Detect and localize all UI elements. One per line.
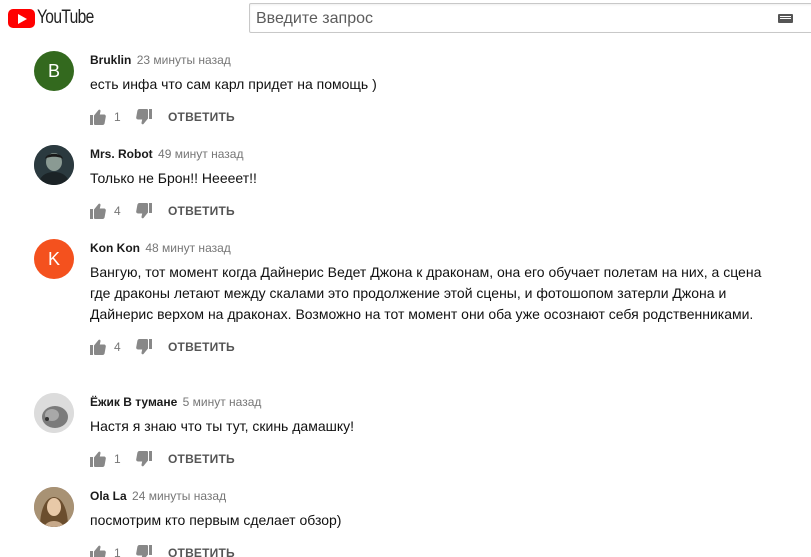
comment-time[interactable]: 23 минуты назад — [137, 53, 231, 67]
like-count: 1 — [114, 546, 121, 557]
like-count: 4 — [114, 204, 121, 218]
comment-author[interactable]: Mrs. Robot — [90, 147, 153, 161]
reply-button[interactable]: ОТВЕТИТЬ — [168, 204, 235, 218]
thumbs-up-icon[interactable] — [90, 203, 106, 219]
comment-text: есть инфа что сам карл придет на помощь … — [90, 76, 377, 92]
like-count: 1 — [114, 110, 121, 124]
avatar[interactable] — [34, 487, 74, 527]
comment-author[interactable]: Kon Kon — [90, 241, 140, 255]
thumbs-down-icon[interactable] — [136, 109, 152, 125]
comment-author[interactable]: Bruklin — [90, 53, 131, 67]
keyboard-icon[interactable] — [778, 14, 793, 23]
comment-text: Только не Брон!! Неееет!! — [90, 170, 257, 186]
thumbs-down-icon[interactable] — [136, 451, 152, 467]
avatar-letter: B — [47, 60, 60, 81]
reply-button[interactable]: ОТВЕТИТЬ — [168, 340, 235, 354]
reply-button[interactable]: ОТВЕТИТЬ — [168, 546, 235, 557]
comment-text: Настя я знаю что ты тут, скинь дамашку! — [90, 418, 355, 434]
comment-time[interactable]: 48 минут назад — [145, 241, 230, 255]
thumbs-up-icon[interactable] — [90, 451, 106, 467]
like-count: 4 — [114, 340, 121, 354]
avatar[interactable] — [34, 145, 74, 185]
thumbs-down-icon[interactable] — [136, 203, 152, 219]
avatar-photo — [34, 393, 74, 433]
thumbs-up-icon[interactable] — [90, 339, 106, 355]
search-box[interactable] — [249, 3, 811, 33]
avatar[interactable] — [34, 393, 74, 433]
thumbs-up-icon[interactable] — [90, 545, 106, 557]
comment-author[interactable]: Ёжик В тумане — [90, 395, 177, 409]
comment-time[interactable]: 49 минут назад — [158, 147, 243, 161]
comment-text: посмотрим кто первым сделает обзор) — [90, 512, 342, 528]
comment-time[interactable]: 5 минут назад — [183, 395, 262, 409]
avatar-letter: K — [47, 248, 60, 269]
reply-button[interactable]: ОТВЕТИТЬ — [168, 452, 235, 466]
logo-text: YouTube — [37, 7, 94, 28]
reply-button[interactable]: ОТВЕТИТЬ — [168, 110, 235, 124]
thumbs-down-icon[interactable] — [136, 339, 152, 355]
thumbs-up-icon[interactable] — [90, 109, 106, 125]
like-count: 1 — [114, 452, 121, 466]
avatar-photo — [34, 145, 74, 185]
search-input[interactable] — [256, 10, 756, 28]
avatar-photo — [34, 487, 74, 527]
youtube-logo[interactable]: YouTube — [8, 7, 106, 28]
comment-text: Вангую, тот момент когда Дайнерис Ведет … — [90, 264, 762, 322]
comment-time[interactable]: 24 минуты назад — [132, 489, 226, 503]
avatar[interactable]: B — [34, 51, 74, 91]
thumbs-down-icon[interactable] — [136, 545, 152, 557]
avatar[interactable]: K — [34, 239, 74, 279]
comment-author[interactable]: Ola La — [90, 489, 127, 503]
masthead: YouTube — [0, 0, 811, 37]
play-logo-icon — [8, 8, 35, 28]
